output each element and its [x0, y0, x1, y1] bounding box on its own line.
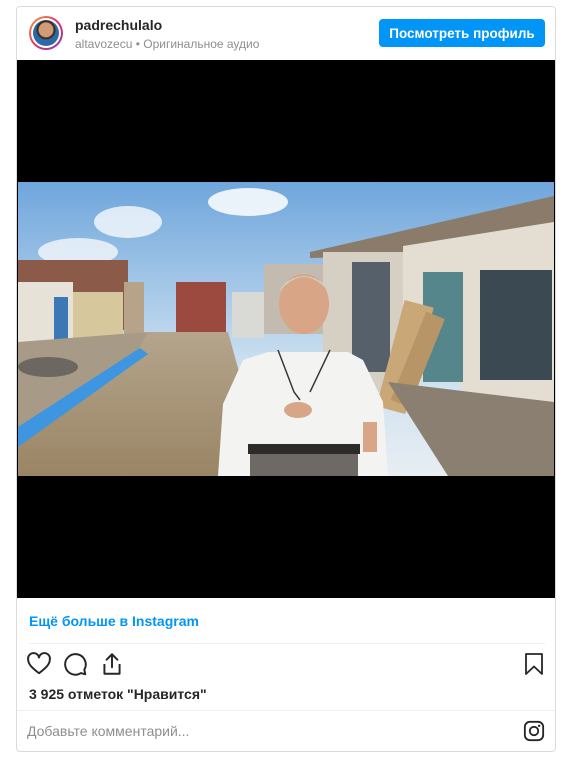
more-on-instagram-link[interactable]: Ещё больше в Instagram: [29, 613, 199, 629]
audio-subtitle[interactable]: altavozecu • Оригинальное аудио: [75, 37, 259, 51]
instagram-embed-card: padrechulalo altavozecu • Оригинальное а…: [16, 6, 556, 752]
video-player[interactable]: [17, 60, 555, 598]
likes-count[interactable]: 3 925 отметок "Нравится": [29, 686, 207, 702]
divider: [29, 643, 545, 644]
action-bar: [17, 647, 555, 687]
heart-icon[interactable]: [26, 651, 52, 677]
avatar[interactable]: [29, 16, 63, 50]
post-header: padrechulalo altavozecu • Оригинальное а…: [17, 7, 555, 60]
comment-input[interactable]: [27, 719, 507, 743]
avatar-image: [33, 20, 59, 46]
avatar-ring: [31, 18, 61, 48]
divider: [17, 710, 555, 711]
comment-icon[interactable]: [62, 651, 88, 677]
username[interactable]: padrechulalo: [75, 17, 162, 33]
video-still-image: [18, 182, 554, 476]
view-profile-button[interactable]: Посмотреть профиль: [379, 19, 545, 47]
bookmark-icon[interactable]: [522, 651, 546, 677]
share-icon[interactable]: [99, 651, 125, 677]
video-frame: [18, 182, 554, 476]
instagram-icon[interactable]: [523, 720, 545, 742]
